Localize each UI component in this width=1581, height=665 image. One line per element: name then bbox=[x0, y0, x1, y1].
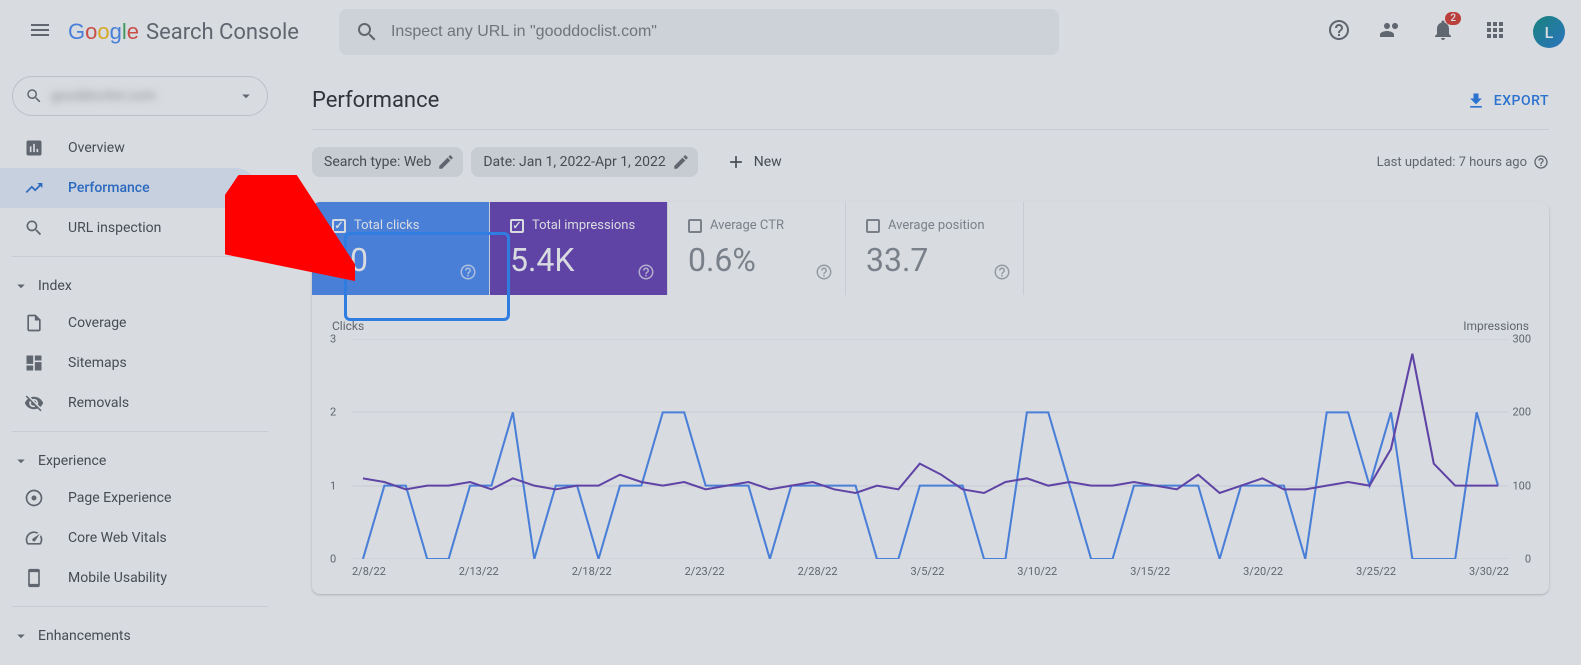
sidebar: gooddoclist.com Overview Performance URL… bbox=[0, 64, 280, 665]
menu-button[interactable] bbox=[16, 6, 64, 58]
smartphone-icon bbox=[24, 568, 44, 588]
checkbox-icon bbox=[510, 219, 524, 233]
edit-icon bbox=[437, 153, 455, 171]
help-button[interactable] bbox=[1317, 8, 1361, 56]
help-icon bbox=[459, 263, 477, 281]
speed-icon bbox=[24, 528, 44, 548]
chevron-down-icon bbox=[12, 627, 30, 645]
google-logo-icon: Google bbox=[68, 20, 142, 44]
notification-badge: 2 bbox=[1445, 12, 1461, 25]
chart-area: 3 2 1 0 300 200 100 0 bbox=[332, 339, 1529, 559]
app-header: Google Search Console 2 L bbox=[0, 0, 1581, 64]
filter-date[interactable]: Date: Jan 1, 2022-Apr 1, 2022 bbox=[471, 147, 697, 177]
globe-icon bbox=[24, 488, 44, 508]
hamburger-icon bbox=[28, 18, 52, 42]
chart-right-axis-title: Impressions bbox=[1463, 319, 1529, 333]
sitemap-icon bbox=[24, 353, 44, 373]
nav-overview[interactable]: Overview bbox=[0, 128, 256, 168]
export-button[interactable]: EXPORT bbox=[1466, 91, 1549, 111]
url-inspect-bar[interactable] bbox=[339, 9, 1059, 55]
page-title: Performance bbox=[312, 88, 439, 113]
help-icon bbox=[815, 263, 833, 281]
nav-coverage[interactable]: Coverage bbox=[0, 303, 256, 343]
last-updated: Last updated: 7 hours ago bbox=[1377, 154, 1549, 170]
edit-icon bbox=[672, 153, 690, 171]
metric-help[interactable] bbox=[993, 263, 1011, 285]
chevron-down-icon bbox=[12, 452, 30, 470]
trending-icon bbox=[24, 178, 44, 198]
help-icon bbox=[637, 263, 655, 281]
metric-average-ctr[interactable]: Average CTR 0.6% bbox=[668, 202, 846, 295]
metric-value: 5.4K bbox=[510, 241, 647, 279]
main-content: Performance EXPORT Search type: Web Date… bbox=[280, 64, 1581, 665]
section-experience[interactable]: Experience bbox=[0, 440, 280, 478]
metric-value: 0.6% bbox=[688, 241, 825, 279]
nav-performance[interactable]: Performance bbox=[0, 168, 256, 208]
filters-row: Search type: Web Date: Jan 1, 2022-Apr 1… bbox=[312, 146, 1549, 178]
property-name: gooddoclist.com bbox=[51, 88, 229, 104]
metric-value: 30 bbox=[332, 241, 469, 279]
checkbox-icon bbox=[688, 219, 702, 233]
chart-x-labels: 2/8/22 2/13/22 2/18/22 2/23/22 2/28/22 3… bbox=[332, 559, 1529, 578]
section-enhancements[interactable]: Enhancements bbox=[0, 615, 280, 653]
users-icon bbox=[1379, 18, 1403, 42]
metric-value: 33.7 bbox=[866, 241, 1003, 279]
metric-total-impressions[interactable]: Total impressions 5.4K bbox=[490, 202, 668, 295]
visibility-off-icon bbox=[24, 393, 44, 413]
page-header: Performance EXPORT bbox=[312, 88, 1549, 129]
svg-text:Google: Google bbox=[68, 20, 139, 44]
nav-removals[interactable]: Removals bbox=[0, 383, 256, 423]
header-actions: 2 L bbox=[1317, 8, 1565, 56]
section-index[interactable]: Index bbox=[0, 265, 280, 303]
notifications-button[interactable]: 2 bbox=[1421, 8, 1465, 56]
document-icon bbox=[24, 313, 44, 333]
checkbox-icon bbox=[866, 219, 880, 233]
chevron-down-icon bbox=[12, 277, 30, 295]
search-icon bbox=[24, 218, 44, 238]
download-icon bbox=[1466, 91, 1486, 111]
plus-icon bbox=[726, 152, 746, 172]
apps-button[interactable] bbox=[1473, 8, 1517, 56]
help-icon bbox=[993, 263, 1011, 281]
chevron-down-icon bbox=[237, 87, 255, 105]
nav-url-inspection[interactable]: URL inspection bbox=[0, 208, 256, 248]
filter-search-type[interactable]: Search type: Web bbox=[312, 147, 463, 177]
chart-left-axis-title: Clicks bbox=[332, 319, 364, 333]
chart-svg bbox=[332, 339, 1529, 559]
help-icon bbox=[1327, 18, 1351, 42]
account-avatar[interactable]: L bbox=[1533, 16, 1565, 48]
metric-help[interactable] bbox=[637, 263, 655, 285]
search-icon bbox=[25, 87, 43, 105]
nav-mobile-usability[interactable]: Mobile Usability bbox=[0, 558, 256, 598]
users-button[interactable] bbox=[1369, 8, 1413, 56]
checkbox-icon bbox=[332, 219, 346, 233]
product-logo[interactable]: Google Search Console bbox=[68, 20, 299, 45]
product-name: Search Console bbox=[146, 20, 299, 45]
metric-total-clicks[interactable]: Total clicks 30 bbox=[312, 202, 490, 295]
nav-core-web-vitals[interactable]: Core Web Vitals bbox=[0, 518, 256, 558]
search-icon bbox=[355, 20, 379, 44]
performance-card: Total clicks 30 Total impressions 5.4K A… bbox=[312, 202, 1549, 594]
nav-sitemaps[interactable]: Sitemaps bbox=[0, 343, 256, 383]
apps-icon bbox=[1483, 18, 1507, 42]
metric-help[interactable] bbox=[815, 263, 833, 285]
help-icon bbox=[1533, 154, 1549, 170]
url-inspect-input[interactable] bbox=[391, 23, 1043, 41]
add-filter-button[interactable]: New bbox=[714, 146, 794, 178]
metric-cards: Total clicks 30 Total impressions 5.4K A… bbox=[312, 202, 1549, 295]
chart-icon bbox=[24, 138, 44, 158]
metric-help[interactable] bbox=[459, 263, 477, 285]
chart-container: Clicks Impressions 3 2 1 0 300 200 100 0 bbox=[312, 295, 1549, 594]
property-selector[interactable]: gooddoclist.com bbox=[12, 76, 268, 116]
nav-page-experience[interactable]: Page Experience bbox=[0, 478, 256, 518]
metric-average-position[interactable]: Average position 33.7 bbox=[846, 202, 1024, 295]
